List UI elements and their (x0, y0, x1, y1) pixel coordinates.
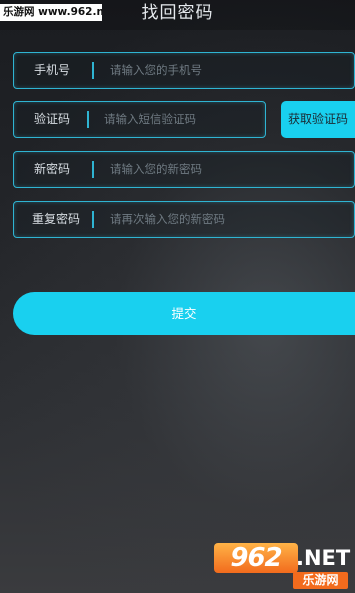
sms-code-label: 验证码 (33, 112, 70, 126)
logo-number: 962 (214, 543, 298, 573)
phone-input[interactable] (110, 53, 350, 87)
repeat-password-divider (92, 211, 94, 228)
repeat-password-label: 重复密码 (31, 212, 80, 226)
submit-button[interactable]: 提交 (13, 292, 355, 335)
new-password-divider (92, 161, 94, 178)
logo-name-cn: 乐游网 (293, 572, 348, 589)
new-password-input[interactable] (110, 152, 350, 186)
sms-code-field[interactable]: 验证码 (13, 101, 266, 138)
repeat-password-field[interactable]: 重复密码 (13, 201, 355, 238)
sms-code-input[interactable] (104, 102, 262, 136)
site-watermark: 乐游网 www.962.net (0, 4, 102, 21)
reset-password-page: 找回密码 乐游网 www.962.net 手机号 验证码 获取验证码 新密码 重… (0, 0, 355, 593)
new-password-field[interactable]: 新密码 (13, 151, 355, 188)
sms-code-divider (87, 111, 89, 128)
phone-label: 手机号 (33, 63, 70, 77)
brand-logo: 962 .NET 乐游网 (214, 543, 351, 590)
phone-divider (92, 62, 94, 79)
phone-field[interactable]: 手机号 (13, 52, 355, 89)
repeat-password-input[interactable] (110, 202, 350, 236)
logo-suffix: .NET (296, 546, 351, 570)
new-password-label: 新密码 (33, 162, 70, 176)
get-code-button[interactable]: 获取验证码 (281, 101, 355, 138)
